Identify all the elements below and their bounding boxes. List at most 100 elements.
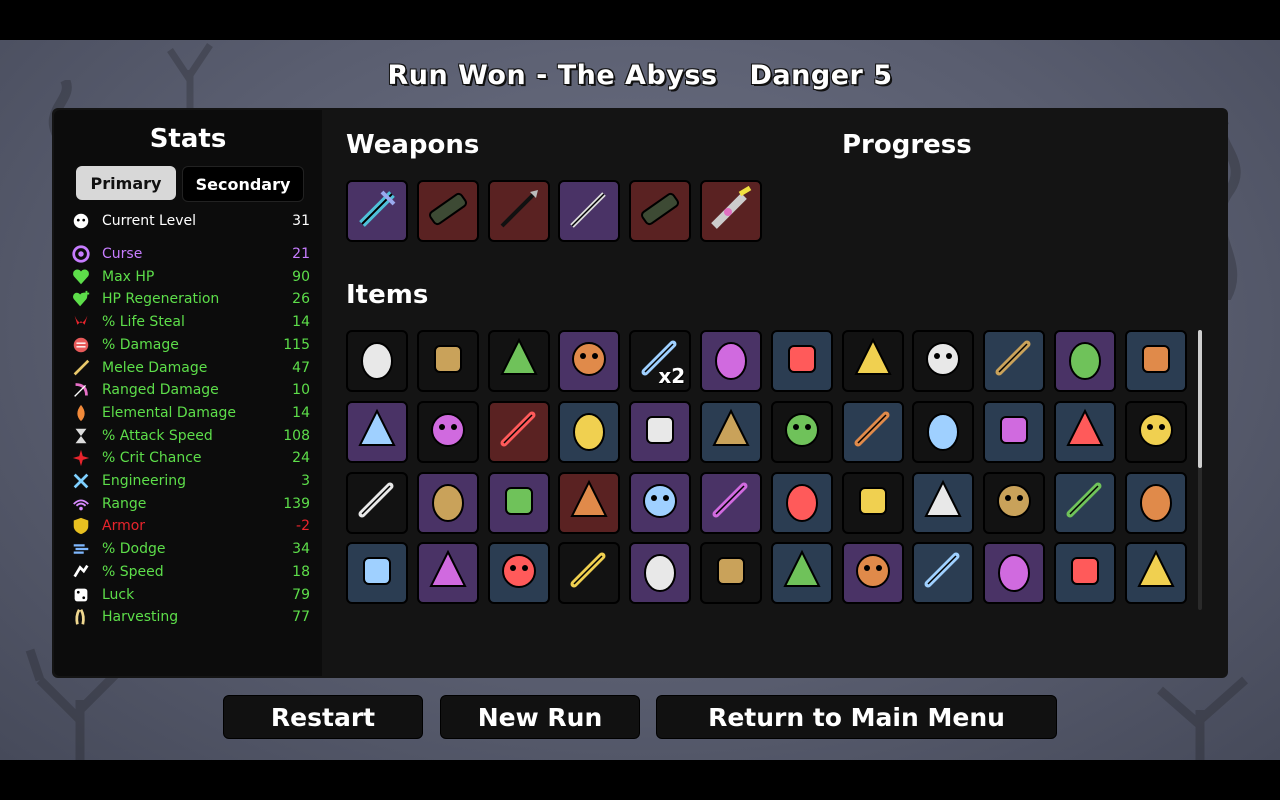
item-slot[interactable] [1054,471,1116,534]
sack-icon [635,546,685,600]
item-slot[interactable] [487,400,550,463]
item-slot[interactable] [416,542,479,605]
crit-icon [70,447,92,469]
weapon-slot[interactable] [416,180,479,242]
clover-icon [989,546,1039,600]
tab-secondary[interactable]: Secondary [182,166,304,202]
item-slot[interactable] [983,542,1046,605]
item-slot[interactable] [1054,400,1116,463]
item-slot[interactable] [700,400,762,463]
item-slot[interactable] [629,542,692,605]
fang-icon [848,334,898,388]
item-slot[interactable] [770,400,833,463]
stat-label: Engineering [102,473,186,489]
return-to-main-menu-button[interactable]: Return to Main Menu [656,695,1057,739]
stat-value: 115 [283,336,310,353]
item-slot[interactable] [1124,330,1187,392]
item-slot[interactable] [558,400,621,463]
medic-turret-icon [777,334,827,388]
item-slot[interactable] [841,542,904,605]
item-slot[interactable] [912,400,975,463]
stat-value: 47 [292,359,310,376]
item-slot[interactable] [416,330,479,392]
restart-button[interactable]: Restart [223,695,423,739]
rocket-launcher-icon [423,184,473,238]
stat-label: % Attack Speed [102,427,213,444]
item-slot[interactable]: x2 [629,330,692,392]
item-slot[interactable] [346,330,408,392]
stat-value: 3 [301,473,310,489]
item-slot[interactable] [629,471,692,534]
heart-icon [70,266,92,288]
item-slot[interactable] [558,471,621,534]
stat-row: % Crit Chance 24 [70,447,310,469]
item-slot[interactable] [770,542,833,605]
item-slot[interactable] [700,542,762,605]
item-slot[interactable] [487,330,550,392]
cocoon-icon [706,405,756,459]
item-slot[interactable] [841,330,904,392]
boxing-glove-icon [1131,405,1181,459]
stat-row: HP Regeneration 26 [70,288,310,310]
garden-icon [1131,334,1181,388]
item-slot[interactable] [912,542,975,605]
weapons-title: Weapons [346,130,480,160]
stat-label: Armor [102,518,146,535]
stat-row: Melee Damage 47 [70,357,310,379]
sprout-icon [494,334,544,388]
weapon-slot[interactable] [346,180,408,242]
stat-row: % Attack Speed 108 [70,425,310,447]
weapon-slot[interactable] [558,180,621,242]
items-scrollbar-thumb[interactable] [1198,330,1202,468]
item-slot[interactable] [841,400,904,463]
stat-label: % Crit Chance [102,450,202,467]
weapon-slot[interactable] [629,180,692,242]
item-slot[interactable] [416,471,479,534]
stat-value: 14 [292,404,310,421]
weapon-slot[interactable] [487,180,550,242]
level-icon [70,210,92,232]
item-slot[interactable] [1124,400,1187,463]
dodge-icon [70,538,92,560]
harvesting-icon [70,606,92,628]
item-slot[interactable] [770,471,833,534]
item-slot[interactable] [416,400,479,463]
item-slot[interactable] [346,542,408,605]
item-slot[interactable] [841,471,904,534]
stats-title: Stats [149,124,227,154]
item-slot[interactable] [983,330,1046,392]
item-slot[interactable] [912,471,975,534]
damage-icon [70,334,92,356]
new-run-button[interactable]: New Run [440,695,640,739]
item-slot[interactable] [629,400,692,463]
bowler-hat-icon [352,405,402,459]
item-slot[interactable] [1124,542,1187,605]
tab-primary[interactable]: Primary [76,166,176,200]
item-slot[interactable] [983,400,1046,463]
helmet-icon [989,476,1039,530]
item-slot[interactable] [700,471,762,534]
stat-label: Range [102,495,147,512]
progress-title: Progress [842,130,972,160]
item-slot[interactable] [983,471,1046,534]
item-slot[interactable] [346,400,408,463]
item-slot[interactable] [558,330,621,392]
item-slot[interactable] [700,330,762,392]
goblet-icon [494,476,544,530]
life-steal-icon [70,311,92,333]
item-slot[interactable] [487,542,550,605]
item-slot[interactable] [770,330,833,392]
stat-row: Luck 79 [70,584,310,606]
ring-icon [635,405,685,459]
item-slot[interactable] [346,471,408,534]
item-slot[interactable] [487,471,550,534]
item-slot[interactable] [1054,542,1116,605]
item-slot[interactable] [1124,471,1187,534]
item-slot[interactable] [912,330,975,392]
weapon-slot[interactable] [700,180,762,242]
attack-speed-icon [70,425,92,447]
item-slot[interactable] [1054,330,1116,392]
item-slot[interactable] [558,542,621,605]
melee-icon [70,357,92,379]
curse-icon [70,243,92,265]
